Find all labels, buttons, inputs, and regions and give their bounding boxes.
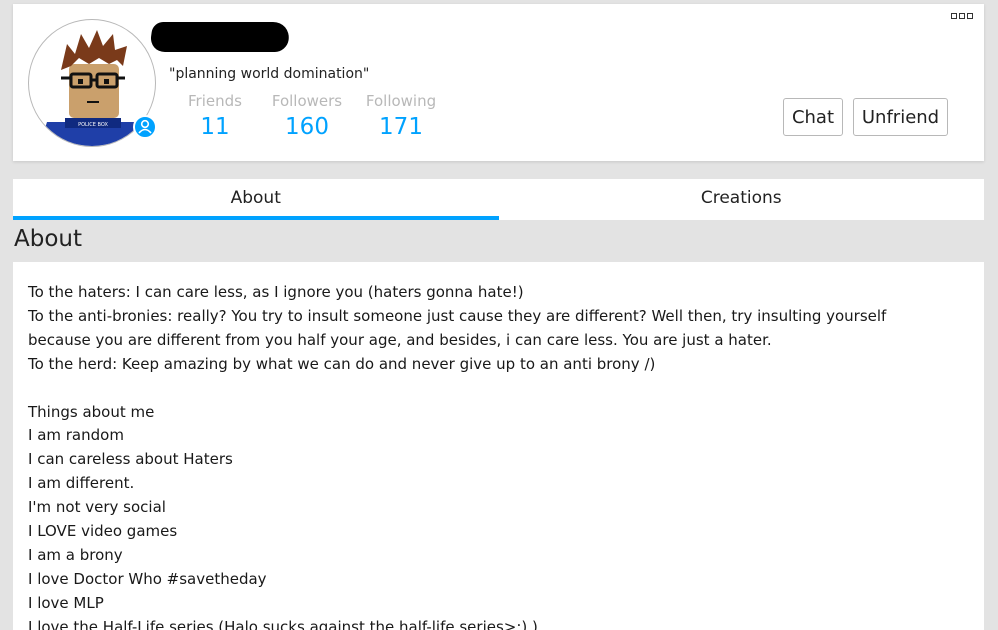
stat-label: Followers xyxy=(271,92,343,110)
status-text: "planning world domination" xyxy=(169,66,370,82)
about-line: I love MLP xyxy=(28,593,104,612)
stat-label: Friends xyxy=(188,92,242,110)
more-options-icon[interactable] xyxy=(951,13,975,23)
about-line: Things about me xyxy=(28,402,155,421)
stat-value[interactable]: 160 xyxy=(269,114,345,140)
tab-about[interactable]: About xyxy=(13,179,499,220)
about-line: To the anti-bronies: really? You try to … xyxy=(28,306,887,325)
stat-following[interactable]: Following 171 xyxy=(363,92,439,140)
stat-value[interactable]: 171 xyxy=(363,114,439,140)
about-heading: About xyxy=(14,226,83,252)
profile-header: POLICE BOX "planning world domination" F… xyxy=(13,4,984,161)
presence-icon xyxy=(133,115,157,139)
about-line: I love the Half-Life series (Halo sucks … xyxy=(28,617,538,630)
about-line xyxy=(28,377,969,401)
about-line: I LOVE video games xyxy=(28,522,178,541)
about-line: I'm not very social xyxy=(28,498,166,517)
stat-followers[interactable]: Followers 160 xyxy=(269,92,345,140)
username-redacted xyxy=(148,22,292,52)
about-line: because you are different from you half … xyxy=(28,330,772,349)
about-line: I can careless about Haters xyxy=(28,450,233,469)
tab-creations[interactable]: Creations xyxy=(499,179,985,220)
about-line: I am different. xyxy=(28,474,135,493)
about-line: I love Doctor Who #savetheday xyxy=(28,569,267,588)
stat-value[interactable]: 11 xyxy=(185,114,245,140)
about-line: I am a brony xyxy=(28,545,123,564)
about-line: To the herd: Keep amazing by what we can… xyxy=(28,354,656,373)
about-content: To the haters: I can care less, as I ign… xyxy=(13,262,984,630)
about-line: To the haters: I can care less, as I ign… xyxy=(28,283,524,301)
stat-label: Following xyxy=(365,92,437,110)
unfriend-button[interactable]: Unfriend xyxy=(853,98,948,136)
svg-text:POLICE BOX: POLICE BOX xyxy=(78,122,108,128)
stat-friends[interactable]: Friends 11 xyxy=(185,92,245,140)
chat-button[interactable]: Chat xyxy=(783,98,843,136)
about-line: I am random xyxy=(28,426,124,445)
profile-tabs: About Creations xyxy=(13,179,984,220)
